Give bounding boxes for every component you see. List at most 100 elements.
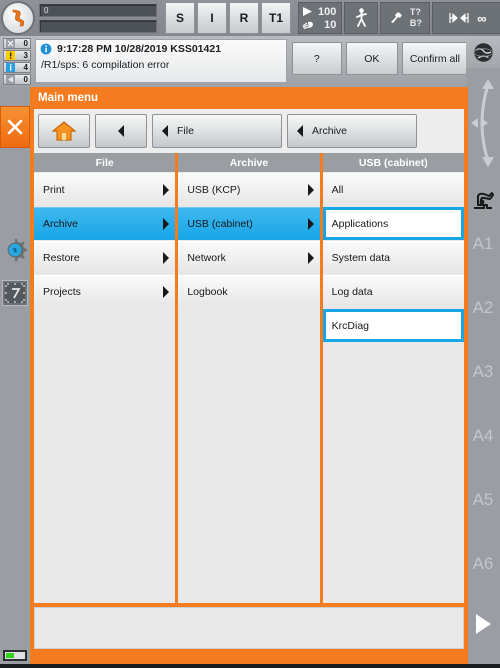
main-menu-panel: Main menu File Archive File Print Archiv…	[30, 87, 468, 653]
globe-icon[interactable]	[466, 36, 500, 68]
robot-arm-icon[interactable]	[1, 1, 35, 35]
menu-item-log-data[interactable]: Log data	[322, 275, 464, 308]
info-icon	[5, 63, 16, 72]
axis-label-a6[interactable]: A6	[466, 532, 500, 596]
drives-button[interactable]: I	[197, 2, 227, 34]
axis-label-a3[interactable]: A3	[466, 340, 500, 404]
info-circle-icon	[40, 43, 52, 55]
chevron-right-icon	[307, 252, 314, 264]
increment-value-label: ∞	[477, 10, 486, 26]
counter-acknowledge[interactable]: 0	[3, 38, 31, 49]
breadcrumb-archive[interactable]: Archive	[287, 114, 417, 148]
operating-mode-button[interactable]: T1	[261, 2, 291, 34]
breadcrumb-label: File	[177, 125, 194, 137]
jog-override-value: 10	[324, 18, 337, 31]
submit-interpreter-button[interactable]: S	[165, 2, 195, 34]
hand-icon	[302, 20, 314, 29]
slider-secondary[interactable]	[39, 19, 157, 33]
close-x-icon[interactable]	[0, 106, 30, 148]
menu-item-logbook[interactable]: Logbook	[178, 275, 320, 308]
keypad-grid-icon[interactable]	[2, 280, 28, 306]
play-triangle-icon[interactable]	[473, 596, 493, 652]
menu-item-label: USB (cabinet)	[187, 218, 253, 230]
axis-label-a5[interactable]: A5	[466, 468, 500, 532]
message-panel[interactable]: 9:17:28 PM 10/28/2019 KSS01421 /R1/sps: …	[35, 39, 287, 83]
back-arrow-icon	[162, 125, 168, 137]
screen-bottom-edge	[0, 664, 500, 668]
chevron-right-icon	[307, 184, 314, 196]
increment-status-button[interactable]: ∞	[432, 2, 500, 34]
menu-item-usb-cabinet[interactable]: USB (cabinet)	[178, 207, 320, 240]
back-arrow-icon	[297, 125, 303, 137]
column-body: Print Archive Restore Projects	[34, 172, 176, 603]
walking-man-icon[interactable]	[344, 2, 379, 34]
menu-item-label: Print	[43, 184, 65, 196]
menu-item-applications[interactable]: Applications	[322, 207, 464, 240]
tool-number-label: T?	[409, 7, 421, 17]
menu-item-system-data[interactable]: System data	[322, 241, 464, 274]
settings-gear-icon[interactable]	[1, 236, 29, 264]
waiting-icon	[5, 75, 16, 84]
message-counter-group: 0 3 4 0	[3, 38, 31, 85]
counter-notification[interactable]: 4	[3, 62, 31, 73]
menu-item-krcdiag[interactable]: KrcDiag	[322, 309, 464, 342]
counter-state[interactable]: 3	[3, 50, 31, 61]
breadcrumb-label: Archive	[312, 125, 348, 137]
column-body: USB (KCP) USB (cabinet) Network Logbook	[178, 172, 320, 603]
right-rail: A1 A2 A3 A4 A5 A6	[466, 36, 500, 668]
menu-item-projects[interactable]: Projects	[34, 275, 176, 308]
jog-arc-icon[interactable]	[468, 68, 498, 178]
menu-item-label: USB (KCP)	[187, 184, 241, 196]
axis-label-a4[interactable]: A4	[466, 404, 500, 468]
menu-item-label: Log data	[331, 286, 373, 298]
menu-item-label: Restore	[43, 252, 80, 264]
status-bar: 0 S I R T1 100 10 T? B? ∞	[0, 0, 500, 36]
menu-item-print[interactable]: Print	[34, 173, 176, 206]
chevron-right-icon	[163, 218, 170, 230]
page-title: Main menu	[38, 92, 99, 104]
counter-value: 0	[23, 75, 28, 84]
smartpad-screen: 0 S I R T1 10 0 10 T? B? ∞ 0 3 4 0 9:17:2…	[0, 0, 500, 668]
chevron-right-icon	[307, 218, 314, 230]
help-button[interactable]: ?	[291, 42, 342, 75]
menu-columns: File Print Archive Restore Projects Arch…	[34, 153, 464, 603]
message-timestamp-code: 9:17:28 PM 10/28/2019 KSS01421	[57, 43, 222, 55]
confirm-all-button[interactable]: Confirm all	[401, 42, 468, 75]
chevron-right-icon	[163, 184, 170, 196]
back-button[interactable]	[95, 114, 147, 148]
message-bar: 0 3 4 0 9:17:28 PM 10/28/2019 KSS01421 /…	[0, 36, 500, 87]
chevron-right-icon	[163, 252, 170, 264]
menu-item-label: Logbook	[187, 286, 228, 298]
menu-item-label: All	[331, 184, 344, 196]
menu-item-all[interactable]: All	[322, 173, 464, 206]
menu-item-label: System data	[331, 252, 391, 264]
slider-program-override[interactable]: 0	[39, 3, 157, 17]
menu-item-label: Archive	[43, 218, 79, 230]
breadcrumb-file[interactable]: File	[152, 114, 282, 148]
column-header: Archive	[178, 153, 320, 172]
warning-icon	[5, 51, 16, 60]
axis-label-a2[interactable]: A2	[466, 276, 500, 340]
menu-item-usb-kcp[interactable]: USB (KCP)	[178, 173, 320, 206]
menu-item-label: Network	[187, 252, 226, 264]
message-body-text: /R1/sps: 6 compilation error	[41, 59, 170, 71]
back-arrow-icon	[118, 125, 124, 137]
override-sliders[interactable]: 0	[39, 3, 157, 33]
arrows-inward-icon	[449, 12, 469, 24]
column-usb-cabinet: USB (cabinet) All Applications System da…	[322, 153, 464, 603]
counter-waiting[interactable]: 0	[3, 74, 31, 85]
menu-item-network[interactable]: Network	[178, 241, 320, 274]
menu-item-label: KrcDiag	[331, 319, 370, 332]
axis-label-a1[interactable]: A1	[466, 212, 500, 276]
override-status-button[interactable]: 100 10	[298, 2, 343, 34]
left-rail	[0, 87, 30, 668]
home-button[interactable]	[38, 114, 90, 148]
menu-item-restore[interactable]: Restore	[34, 241, 176, 274]
column-body: All Applications System data Log data Kr…	[322, 172, 464, 603]
ok-button[interactable]: OK	[345, 42, 398, 75]
menu-item-archive[interactable]: Archive	[34, 207, 176, 240]
tool-base-status-button[interactable]: T? B?	[380, 2, 431, 34]
robot-interpreter-button[interactable]: R	[229, 2, 259, 34]
robot-tool-icon[interactable]	[471, 178, 495, 212]
counter-value: 0	[23, 39, 28, 48]
